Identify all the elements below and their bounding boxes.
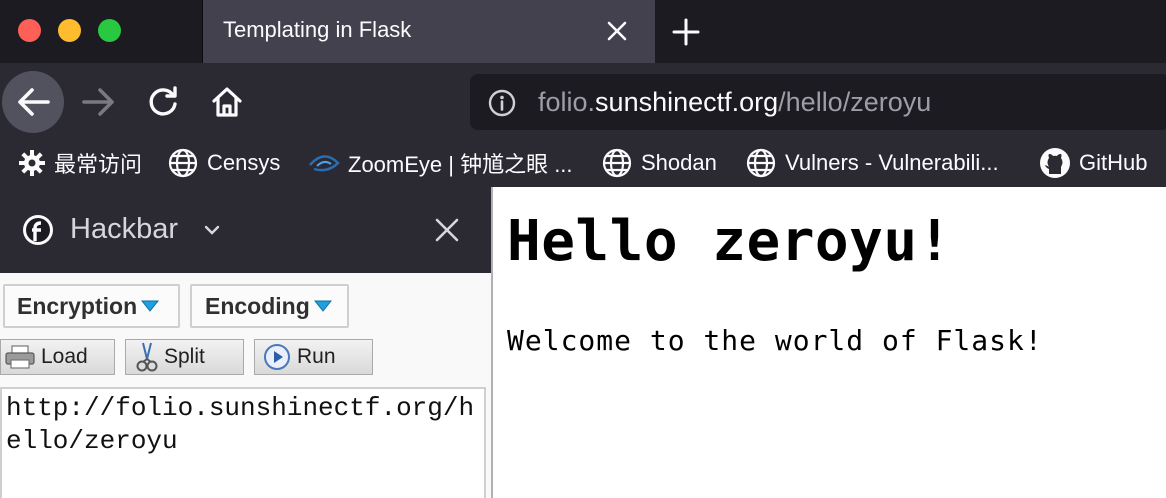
- back-button[interactable]: [2, 71, 64, 133]
- home-icon: [212, 87, 242, 117]
- close-icon[interactable]: [432, 215, 462, 245]
- bookmark-label: ZoomEye | 钟馗之眼 ...: [348, 152, 573, 177]
- bookmark-label: Censys: [207, 150, 281, 175]
- run-label: Run: [297, 345, 336, 368]
- close-window-button[interactable]: [18, 19, 41, 42]
- reload-icon: [149, 86, 177, 116]
- encryption-label: Encryption: [17, 292, 138, 319]
- play-icon: [264, 344, 290, 370]
- printer-icon: [5, 345, 35, 369]
- scissors-icon: [136, 342, 158, 372]
- bookmark-shodan[interactable]: Shodan: [601, 146, 717, 180]
- bookmark-label: GitHub: [1079, 150, 1148, 175]
- execute-button[interactable]: Run: [254, 339, 373, 375]
- info-icon[interactable]: [487, 88, 517, 118]
- sidebar-title[interactable]: Hackbar: [70, 213, 178, 246]
- dropdown-arrow-icon: [313, 300, 332, 312]
- encryption-menu[interactable]: Encryption: [3, 284, 180, 328]
- bookmark-github[interactable]: GitHub: [1039, 146, 1147, 180]
- bookmarks-bar: 最常访问 Censys ZoomEye | 钟馗之眼 ... Shodan Vu…: [0, 140, 1166, 187]
- arrow-left-icon: [18, 88, 50, 116]
- split-label: Split: [164, 345, 205, 368]
- gear-icon: [19, 150, 45, 176]
- new-tab-button[interactable]: [666, 12, 706, 52]
- tab-close-button[interactable]: [601, 15, 633, 47]
- encoding-menu[interactable]: Encoding: [190, 284, 349, 328]
- bookmark-label: 最常访问: [54, 152, 143, 177]
- bookmark-censys[interactable]: Censys: [167, 146, 280, 180]
- forward-button[interactable]: [68, 71, 130, 133]
- home-button[interactable]: [196, 71, 258, 133]
- page-content: Hello zeroyu! Welcome to the world of Fl…: [493, 187, 1166, 498]
- address-bar[interactable]: folio.sunshinectf.org/hello/zeroyu: [470, 74, 1166, 130]
- hackbar-sidebar: Hackbar Encryption Encoding Load Split R…: [0, 187, 491, 498]
- url-textarea[interactable]: http://folio.sunshinectf.org/hello/zeroy…: [0, 387, 486, 498]
- zoomeye-icon: [309, 155, 340, 172]
- sidebar-header: Hackbar: [0, 187, 491, 273]
- load-label: Load: [41, 345, 88, 368]
- dropdown-arrow-icon: [141, 300, 160, 312]
- bookmark-zoomeye[interactable]: ZoomEye | 钟馗之眼 ...: [308, 146, 573, 180]
- bookmark-label: Vulners - Vulnerabili...: [785, 150, 999, 175]
- page-heading: Hello zeroyu!: [507, 209, 952, 274]
- page-paragraph: Welcome to the world of Flask!: [507, 324, 1043, 357]
- minimize-window-button[interactable]: [58, 19, 81, 42]
- tab-strip: Templating in Flask: [0, 0, 1166, 63]
- active-tab[interactable]: Templating in Flask: [203, 0, 655, 63]
- plus-icon: [672, 18, 700, 46]
- load-url-button[interactable]: Load: [0, 339, 115, 375]
- navigation-toolbar: folio.sunshinectf.org/hello/zeroyu: [0, 63, 1166, 140]
- bookmark-label: Shodan: [641, 150, 717, 175]
- chevron-down-icon[interactable]: [204, 224, 220, 236]
- url-domain: sunshinectf.org: [595, 87, 779, 117]
- bookmark-vulners[interactable]: Vulners - Vulnerabili...: [745, 146, 999, 180]
- globe-icon: [746, 148, 776, 178]
- encoding-label: Encoding: [205, 292, 310, 319]
- url-text[interactable]: folio.sunshinectf.org/hello/zeroyu: [538, 87, 931, 118]
- globe-icon: [602, 148, 632, 178]
- bookmark-most-visited[interactable]: 最常访问: [18, 146, 142, 180]
- url-prefix: folio.: [538, 87, 596, 117]
- globe-icon: [168, 148, 198, 178]
- tab-title: Templating in Flask: [223, 17, 412, 42]
- url-path: /hello/zeroyu: [778, 87, 932, 117]
- reload-button[interactable]: [132, 71, 194, 133]
- github-icon: [1040, 148, 1070, 178]
- hackbar-logo-icon: [23, 215, 53, 245]
- arrow-right-icon: [82, 88, 114, 116]
- close-icon: [607, 21, 627, 41]
- split-url-button[interactable]: Split: [125, 339, 244, 375]
- zoom-window-button[interactable]: [98, 19, 121, 42]
